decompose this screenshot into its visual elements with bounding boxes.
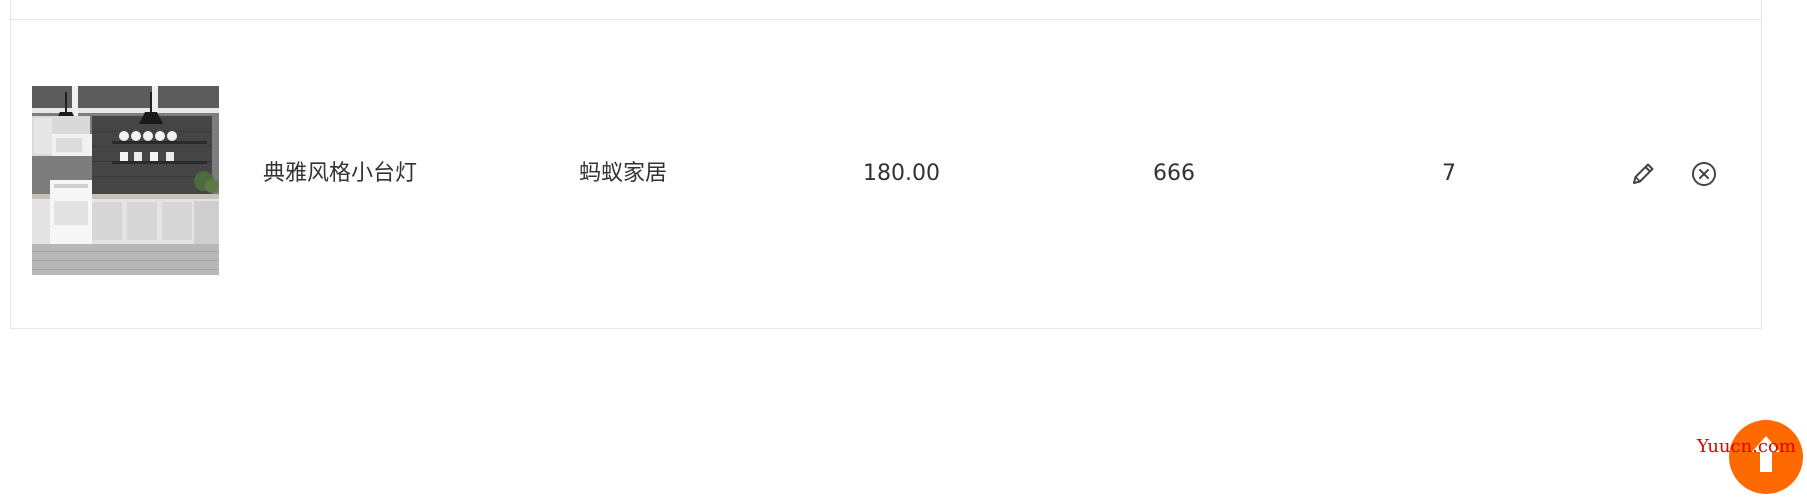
product-price: 180.00 [863, 161, 940, 186]
kitchen-photo [32, 86, 219, 275]
back-to-top-button[interactable] [1729, 420, 1803, 494]
table-row: 典雅风格小台灯 蚂蚁家居 180.00 666 7 [10, 20, 1762, 329]
product-image[interactable] [32, 86, 219, 275]
cart-page: 典雅风格小台灯 蚂蚁家居 180.00 666 7 Yuucn.com [0, 0, 1807, 502]
product-brand: 蚂蚁家居 [579, 161, 668, 186]
product-stock: 666 [1153, 161, 1195, 186]
product-quantity: 7 [1442, 161, 1456, 186]
arrow-up-icon [1752, 436, 1780, 472]
circle-x-icon[interactable] [1690, 160, 1718, 188]
product-name[interactable]: 典雅风格小台灯 [263, 159, 417, 189]
pencil-icon[interactable] [1629, 160, 1657, 188]
